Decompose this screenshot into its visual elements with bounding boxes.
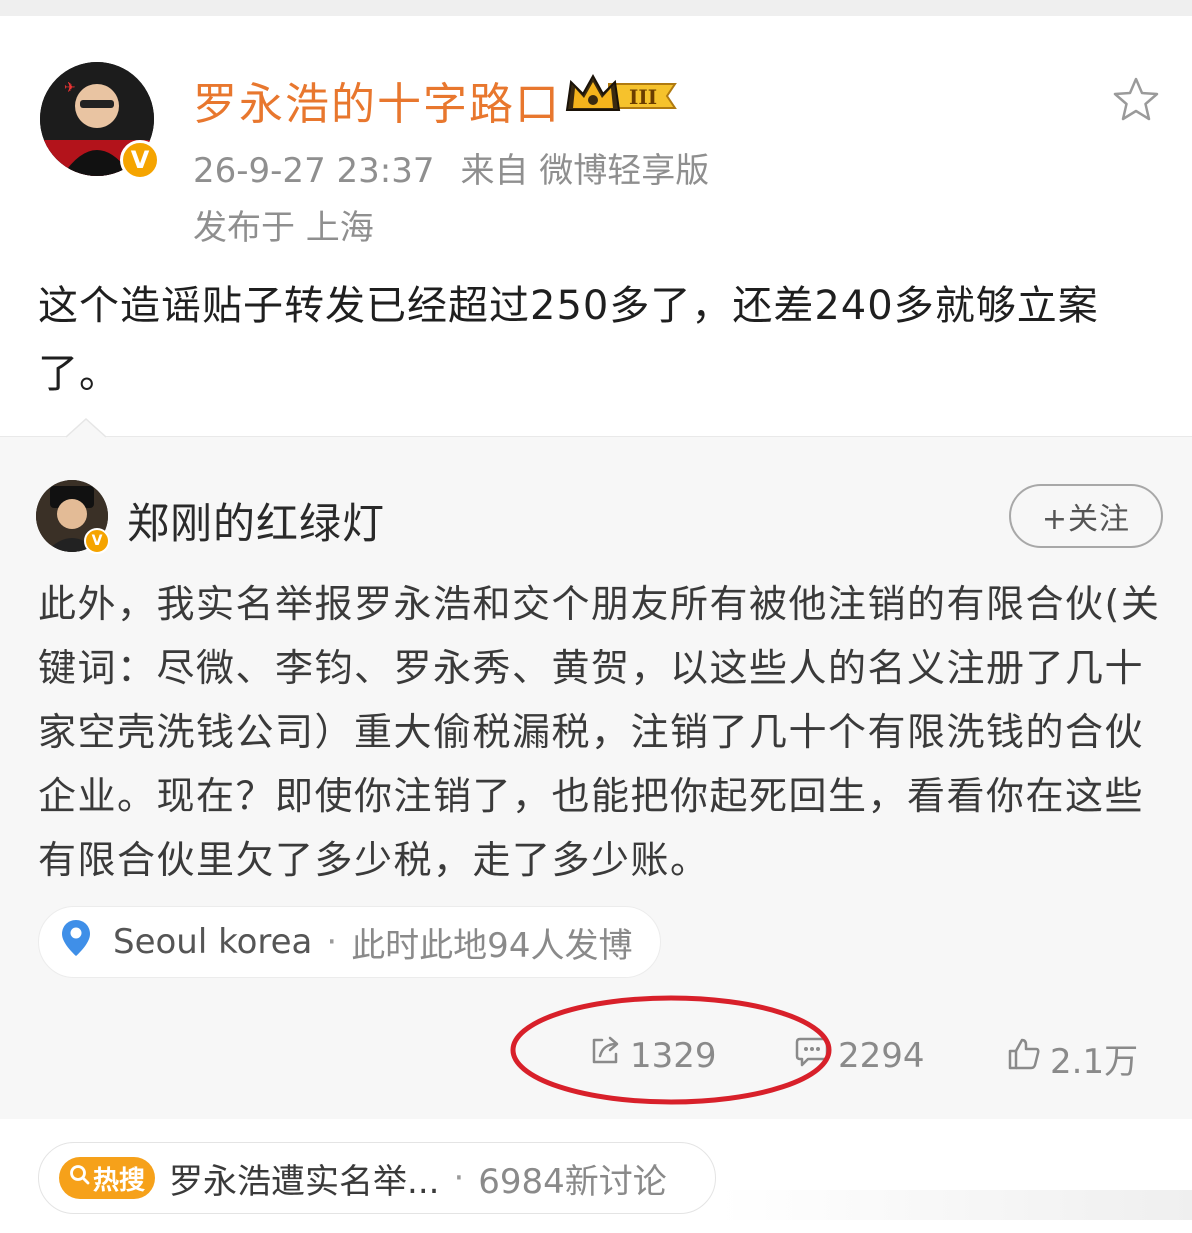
thumbs-up-icon <box>1006 1036 1050 1081</box>
like-count: 2.1万 <box>1050 1042 1139 1082</box>
location-chip[interactable]: Seoul korea · 此时此地94人发博 <box>38 906 662 978</box>
annotation-ellipse <box>505 992 837 1116</box>
location-detail: 此时此地94人发博 <box>351 925 633 966</box>
like-count-button[interactable]: 2.1万 <box>1006 1034 1138 1083</box>
hot-search-chip[interactable]: 热搜 罗永浩遭实名举... · 6984新讨论 <box>38 1142 716 1214</box>
location-pin-icon <box>61 919 91 966</box>
search-icon <box>69 1163 91 1193</box>
crown-level-badge[interactable]: III <box>563 70 681 126</box>
hot-search-count: 6984新讨论 <box>478 1161 667 1202</box>
post-source[interactable]: 来自 微博轻享版 <box>461 151 710 191</box>
repost-verified-badge: V <box>84 528 110 554</box>
post-text: 这个造谣贴子转发已经超过250多了，还差240多就够立案了。 <box>38 283 1099 397</box>
hot-search-separator: · <box>453 1158 465 1198</box>
follow-button[interactable]: +关注 <box>1009 484 1163 548</box>
post-time: 26-9-27 23:37 <box>193 151 435 191</box>
hot-search-topic: 罗永浩遭实名举... <box>169 1161 440 1202</box>
top-strip <box>0 0 1192 16</box>
repost-text: 此外，我实名举报罗永浩和交个朋友所有被他注销的有限合伙(关键词：尽微、李钧、罗永… <box>38 582 1161 882</box>
verified-badge: V <box>120 140 160 180</box>
star-icon[interactable] <box>1112 76 1160 126</box>
card-notch <box>65 417 107 442</box>
author-name[interactable]: 罗永浩的十字路口 <box>193 68 561 132</box>
repost-author-name[interactable]: 郑刚的红绿灯 <box>127 490 385 551</box>
svg-text:✈: ✈ <box>64 80 76 96</box>
weibo-post-page: ✈ V 罗永浩的十字路口 III 26-9-27 23:37 来自 微博轻享版 发… <box>0 0 1192 1233</box>
post-location: 发布于 上海 <box>193 208 374 248</box>
comment-count: 2294 <box>838 1035 925 1076</box>
post-meta: 26-9-27 23:37 来自 微博轻享版 <box>193 143 709 192</box>
bottom-fade <box>720 1190 1192 1220</box>
hot-search-tag: 热搜 <box>59 1157 156 1199</box>
hot-search-tag-label: 热搜 <box>93 1165 146 1196</box>
location-separator: · <box>326 922 338 962</box>
location-place: Seoul korea <box>113 922 313 962</box>
svg-text:III: III <box>629 85 657 109</box>
